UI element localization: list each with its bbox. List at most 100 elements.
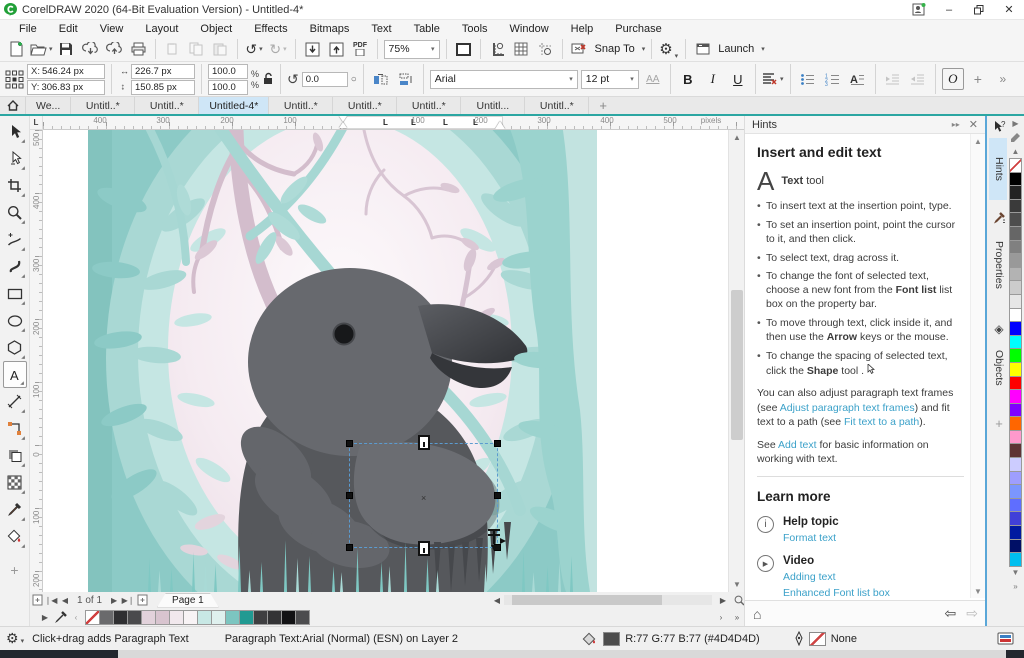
palette-scroll-down-icon[interactable]: ▼ xyxy=(1012,566,1020,580)
add-page-after-icon[interactable] xyxy=(135,593,149,607)
video-link[interactable]: Enhanced Font list box xyxy=(783,587,917,598)
drawing-canvas[interactable]: × xyxy=(43,130,728,592)
doc-tab-active[interactable]: Untitled-4* xyxy=(199,97,269,114)
menu-item[interactable]: Window xyxy=(499,21,560,37)
fill-color-swatch[interactable] xyxy=(603,632,620,646)
tab-stop-marker[interactable]: L xyxy=(443,119,448,127)
color-swatch[interactable] xyxy=(1009,471,1022,486)
pick-tool[interactable] xyxy=(3,118,27,145)
color-swatch[interactable] xyxy=(1009,416,1022,431)
color-swatch[interactable] xyxy=(85,610,100,625)
color-swatch[interactable] xyxy=(127,610,142,625)
color-swatch[interactable] xyxy=(113,610,128,625)
status-gear-icon[interactable]: ⚙▾ xyxy=(6,630,24,647)
interactive-fill-tool[interactable] xyxy=(3,523,27,550)
launch-icon[interactable] xyxy=(692,39,713,60)
menu-item[interactable]: Purchase xyxy=(604,21,672,37)
doc-tab[interactable]: Untitl..* xyxy=(397,97,461,114)
color-swatch[interactable] xyxy=(1009,376,1022,391)
color-swatch[interactable] xyxy=(1009,172,1022,187)
font-list-combo[interactable]: Arial▾ xyxy=(430,70,578,89)
palette-flyout-icon[interactable]: ▶ xyxy=(1012,116,1018,130)
palette-overflow-icon[interactable]: » xyxy=(730,610,744,624)
minimize-button[interactable]: – xyxy=(934,1,964,19)
mirror-horizontal-icon[interactable] xyxy=(370,68,392,90)
color-swatch[interactable] xyxy=(183,610,198,625)
color-swatch[interactable] xyxy=(1009,443,1022,458)
bulleted-list-icon[interactable] xyxy=(797,68,819,90)
doc-tab[interactable]: Untitl..* xyxy=(269,97,333,114)
properties-tab-icon[interactable] xyxy=(989,212,1009,225)
text-frame-tab-top[interactable] xyxy=(418,435,430,450)
vertical-ruler[interactable]: 500 400 300 200 100 0 100 200 xyxy=(30,130,43,592)
tab-hints[interactable]: Hints xyxy=(989,138,1009,200)
add-property-button[interactable]: + xyxy=(967,68,989,90)
doc-tab[interactable]: We... xyxy=(26,97,71,114)
bold-button[interactable]: B xyxy=(677,68,699,90)
color-swatch[interactable] xyxy=(1009,552,1022,567)
color-swatch[interactable] xyxy=(1009,484,1022,499)
scroll-down-icon[interactable]: ▼ xyxy=(729,577,745,592)
selection-handle[interactable] xyxy=(494,440,501,447)
next-page-icon[interactable]: ▶ xyxy=(107,593,121,607)
publish-pdf-icon[interactable]: PDF xyxy=(350,39,371,60)
object-width-field[interactable]: 226.7 px xyxy=(131,64,195,79)
color-swatch[interactable] xyxy=(141,610,156,625)
color-swatch[interactable] xyxy=(1009,294,1022,309)
numbered-list-icon[interactable]: 123 xyxy=(822,68,844,90)
palette-scroll-up-icon[interactable]: ▲ xyxy=(1012,144,1020,158)
color-swatch[interactable] xyxy=(169,610,184,625)
menu-item[interactable]: Layout xyxy=(134,21,189,37)
color-swatch[interactable] xyxy=(1009,335,1022,350)
tab-stop-marker[interactable]: L xyxy=(411,119,416,127)
doc-tab[interactable]: Untitl..* xyxy=(333,97,397,114)
doc-tab[interactable]: Untitl... xyxy=(461,97,525,114)
selection-handle[interactable] xyxy=(346,492,353,499)
menu-item[interactable]: Object xyxy=(189,21,243,37)
page-tab[interactable]: Page 1 xyxy=(157,593,219,608)
right-indent-marker[interactable] xyxy=(495,121,505,129)
menu-item[interactable]: Edit xyxy=(48,21,89,37)
zoom-level-combo[interactable]: 75%▾ xyxy=(384,40,440,59)
color-swatch[interactable] xyxy=(197,610,212,625)
video-link[interactable]: Adding text xyxy=(783,571,917,583)
font-size-combo[interactable]: 12 pt▾ xyxy=(581,70,639,89)
color-swatch[interactable] xyxy=(253,610,268,625)
hints-forward-icon[interactable]: ⇨ xyxy=(966,605,978,622)
welcome-home-icon[interactable] xyxy=(0,97,26,114)
selection-handle[interactable] xyxy=(346,440,353,447)
hint-link[interactable]: Fit text to a path xyxy=(844,416,919,428)
tab-properties[interactable]: Properties xyxy=(989,228,1009,302)
palette-expand-icon[interactable]: » xyxy=(1013,580,1017,594)
color-swatch[interactable] xyxy=(1009,240,1022,255)
color-swatch[interactable] xyxy=(225,610,240,625)
quick-help-icon[interactable]: ? xyxy=(989,120,1009,134)
palette-flyout-icon[interactable]: ▶ xyxy=(38,610,52,624)
menu-item[interactable]: Text xyxy=(360,21,402,37)
new-document-icon[interactable] xyxy=(6,39,27,60)
scroll-thumb[interactable] xyxy=(512,595,662,605)
color-swatch[interactable] xyxy=(1009,158,1022,173)
menu-item[interactable]: Help xyxy=(560,21,605,37)
hint-link[interactable]: Add text xyxy=(778,439,817,451)
mirror-vertical-icon[interactable] xyxy=(395,68,417,90)
color-swatch[interactable] xyxy=(1009,212,1022,227)
restore-button[interactable] xyxy=(964,1,994,19)
open-icon[interactable]: ▾ xyxy=(30,39,53,60)
color-swatch[interactable] xyxy=(211,610,226,625)
full-screen-preview-icon[interactable] xyxy=(453,39,474,60)
cloud-upload-icon[interactable] xyxy=(104,39,125,60)
color-swatch[interactable] xyxy=(1009,403,1022,418)
connector-tool[interactable] xyxy=(3,415,27,442)
show-guidelines-icon[interactable] xyxy=(535,39,556,60)
drop-cap-icon[interactable]: A xyxy=(847,68,869,90)
hint-link[interactable]: Adjust paragraph text frames xyxy=(780,402,915,414)
hints-scroll-up-icon[interactable]: ▲ xyxy=(971,134,985,148)
scroll-right-icon[interactable]: ▶ xyxy=(716,593,730,607)
objects-tab-icon[interactable]: ◈ xyxy=(989,322,1009,336)
text-alignment-icon[interactable]: ▾ xyxy=(762,68,784,90)
color-swatch[interactable] xyxy=(1009,498,1022,513)
color-proof-icon[interactable] xyxy=(997,632,1014,645)
tab-objects[interactable]: Objects xyxy=(989,338,1009,398)
import-icon[interactable] xyxy=(302,39,323,60)
